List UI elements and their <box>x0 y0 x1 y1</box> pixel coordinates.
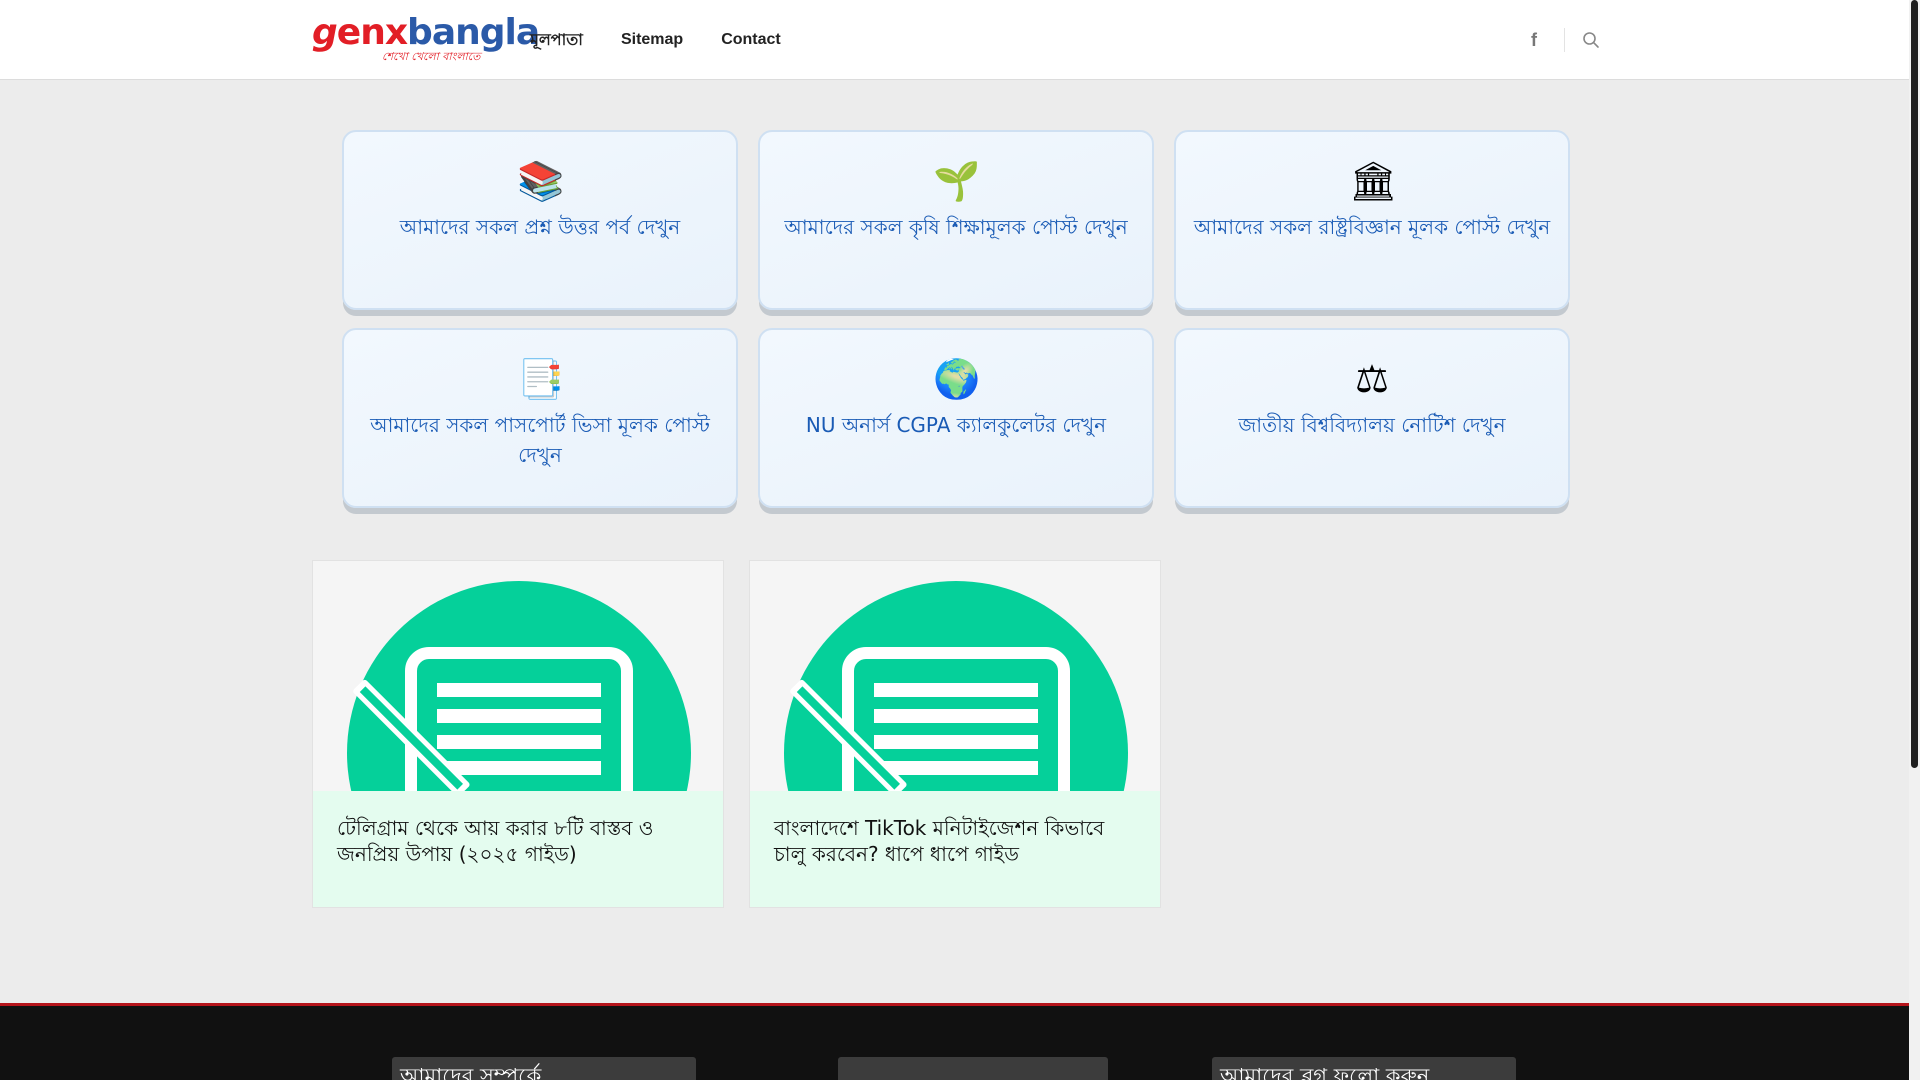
category-card-political-science[interactable]: 🏛 আমাদের সকল রাষ্ট্রবিজ্ঞান মূলক পোস্ট দ… <box>1174 130 1570 310</box>
footer-widget-title: আমাদের ব্লগ ফলো করুন <box>1220 1064 1430 1080</box>
footer-widget-title: আমাদের সম্পর্কে <box>400 1064 542 1080</box>
site-header: genxbangla শেখো খেলো বাংলাতে মূলপাতা Sit… <box>0 0 1909 80</box>
category-card-passport-visa[interactable]: 📑 আমাদের সকল পাসপোর্ট ভিসা মূলক পোস্ট দে… <box>342 328 738 508</box>
category-label: আমাদের সকল প্রশ্ন উত্তর পর্ব দেখুন <box>399 215 681 239</box>
seedling-icon: 🌱 <box>933 159 981 203</box>
post-meta: বাংলাদেশে TikTok মনিটাইজেশন কিভাবে চালু … <box>750 791 1160 907</box>
nav-sitemap[interactable]: Sitemap <box>621 31 683 49</box>
main-nav: মূলপাতা Sitemap Contact <box>530 0 819 80</box>
post-card[interactable]: বাংলাদেশে TikTok মনিটাইজেশন কিভাবে চালু … <box>749 560 1161 908</box>
post-title[interactable]: টেলিগ্রাম থেকে আয় করার ৮টি বাস্তব ও জনপ… <box>337 815 697 867</box>
category-card-cgpa-calculator[interactable]: 🌍 NU অনার্স CGPA ক্যালকুলেটর দেখুন <box>758 328 1154 508</box>
category-label: আমাদের সকল পাসপোর্ট ভিসা মূলক পোস্ট দেখু… <box>370 413 710 467</box>
header-divider <box>1564 28 1565 52</box>
post-title[interactable]: বাংলাদেশে TikTok মনিটাইজেশন কিভাবে চালু … <box>774 815 1134 867</box>
post-meta: টেলিগ্রাম থেকে আয় করার ৮টি বাস্তব ও জনপ… <box>313 791 723 907</box>
site-footer: আমাদের সম্পর্কে আমাদের ব্লগ ফলো করুন <box>0 1003 1909 1080</box>
post-card[interactable]: টেলিগ্রাম থেকে আয় করার ৮টি বাস্তব ও জনপ… <box>312 560 724 908</box>
facebook-icon[interactable]: f <box>1520 22 1548 58</box>
scales-icon: ⚖ <box>1354 357 1390 401</box>
post-thumbnail[interactable] <box>313 561 723 907</box>
notepad-icon: 📑 <box>517 357 565 401</box>
category-card-agriculture[interactable]: 🌱 আমাদের সকল কৃষি শিক্ষামূলক পোস্ট দেখুন <box>758 130 1154 310</box>
nav-home[interactable]: মূলপাতা <box>530 27 583 54</box>
globe-icon: 🌍 <box>933 357 981 401</box>
logo-tagline: শেখো খেলো বাংলাতে <box>382 50 481 63</box>
nav-contact[interactable]: Contact <box>721 31 781 49</box>
category-label: জাতীয় বিশ্ববিদ্যালয় নোটিশ দেখুন <box>1238 413 1506 437</box>
category-card-qa[interactable]: 📚 আমাদের সকল প্রশ্ন উত্তর পর্ব দেখুন <box>342 130 738 310</box>
site-logo[interactable]: genxbangla শেখো খেলো বাংলাতে <box>312 12 540 63</box>
post-document-icon <box>313 561 723 907</box>
post-document-icon <box>750 561 1160 907</box>
scrollbar-thumb[interactable] <box>1911 0 1918 768</box>
header-icons: f <box>1520 22 1605 58</box>
category-label: আমাদের সকল রাষ্ট্রবিজ্ঞান মূলক পোস্ট দেখ… <box>1193 215 1551 239</box>
category-label: NU অনার্স CGPA ক্যালকুলেটর দেখুন <box>805 413 1107 437</box>
category-card-nu-notice[interactable]: ⚖ জাতীয় বিশ্ববিদ্যালয় নোটিশ দেখুন <box>1174 328 1570 508</box>
logo-enx: enx <box>336 12 408 53</box>
books-icon: 📚 <box>517 159 565 203</box>
footer-widget-about: আমাদের সম্পর্কে <box>392 1057 696 1080</box>
logo-g: g <box>312 12 338 53</box>
category-label: আমাদের সকল কৃষি শিক্ষামূলক পোস্ট দেখুন <box>784 215 1128 239</box>
search-icon[interactable] <box>1577 22 1605 58</box>
footer-widget-title <box>838 1057 1108 1065</box>
institution-icon: 🏛 <box>1349 159 1398 203</box>
footer-widget-middle <box>838 1057 1108 1080</box>
footer-widget-follow: আমাদের ব্লগ ফলো করুন <box>1212 1057 1516 1080</box>
post-thumbnail[interactable] <box>750 561 1160 907</box>
logo-bangla: bangla <box>407 12 540 53</box>
